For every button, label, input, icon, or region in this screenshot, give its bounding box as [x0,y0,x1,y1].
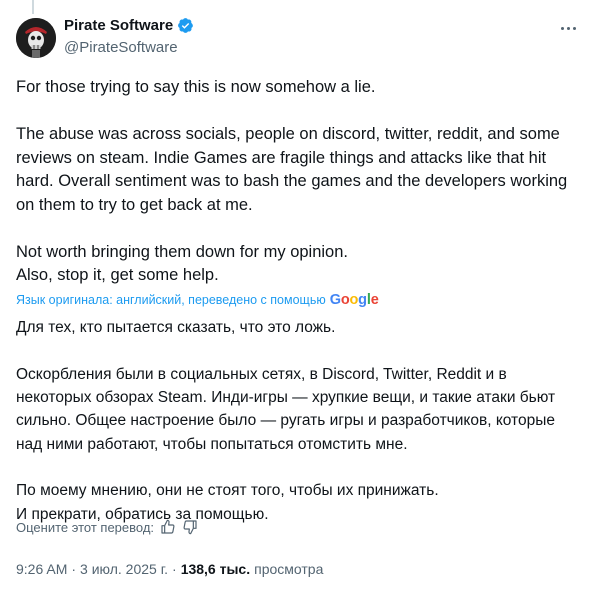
tweet-paragraph: For those trying to say this is now some… [16,78,376,96]
tweet-paragraph: The abuse was across socials, people on … [16,125,568,214]
thumbs-up-icon[interactable] [160,519,176,535]
author-name[interactable]: Pirate Software [64,17,173,34]
avatar-skull-image [16,18,56,58]
google-logo: Google [329,292,379,308]
translated-text: Для тех, кто пытается сказать, что это л… [16,316,581,526]
rate-translation-row: Оцените этот перевод: [16,519,198,535]
views-count[interactable]: 138,6 тыс. [181,561,250,577]
thread-connector-line [32,0,34,14]
author-handle[interactable]: @PirateSoftware [64,39,178,56]
rate-translation-label: Оцените этот перевод: [16,519,155,535]
translation-note[interactable]: Язык оригинала: английский, переведено с… [16,292,379,308]
thumbs-down-icon[interactable] [182,519,198,535]
tweet-meta-row: 9:26 AM · 3 июл. 2025 г. · 138,6 тыс. пр… [16,561,323,577]
meta-separator: · [172,561,177,577]
tweet-date[interactable]: 3 июл. 2025 г. [80,561,168,577]
translation-note-text: Язык оригинала: английский, переведено с… [16,293,326,307]
avatar[interactable] [16,18,56,58]
translated-paragraph: Для тех, кто пытается сказать, что это л… [16,319,336,336]
views-label: просмотра [254,561,324,577]
more-options-icon[interactable] [558,18,578,38]
translated-paragraph: Оскорбления были в социальных сетях, в D… [16,365,556,453]
verified-badge-icon[interactable] [177,17,194,34]
tweet-text: For those trying to say this is now some… [16,76,576,288]
meta-separator: · [71,561,77,577]
tweet-paragraph: Not worth bringing them down for my opin… [16,242,348,285]
tweet-time[interactable]: 9:26 AM [16,561,67,577]
author-name-row: Pirate Software [64,17,194,34]
